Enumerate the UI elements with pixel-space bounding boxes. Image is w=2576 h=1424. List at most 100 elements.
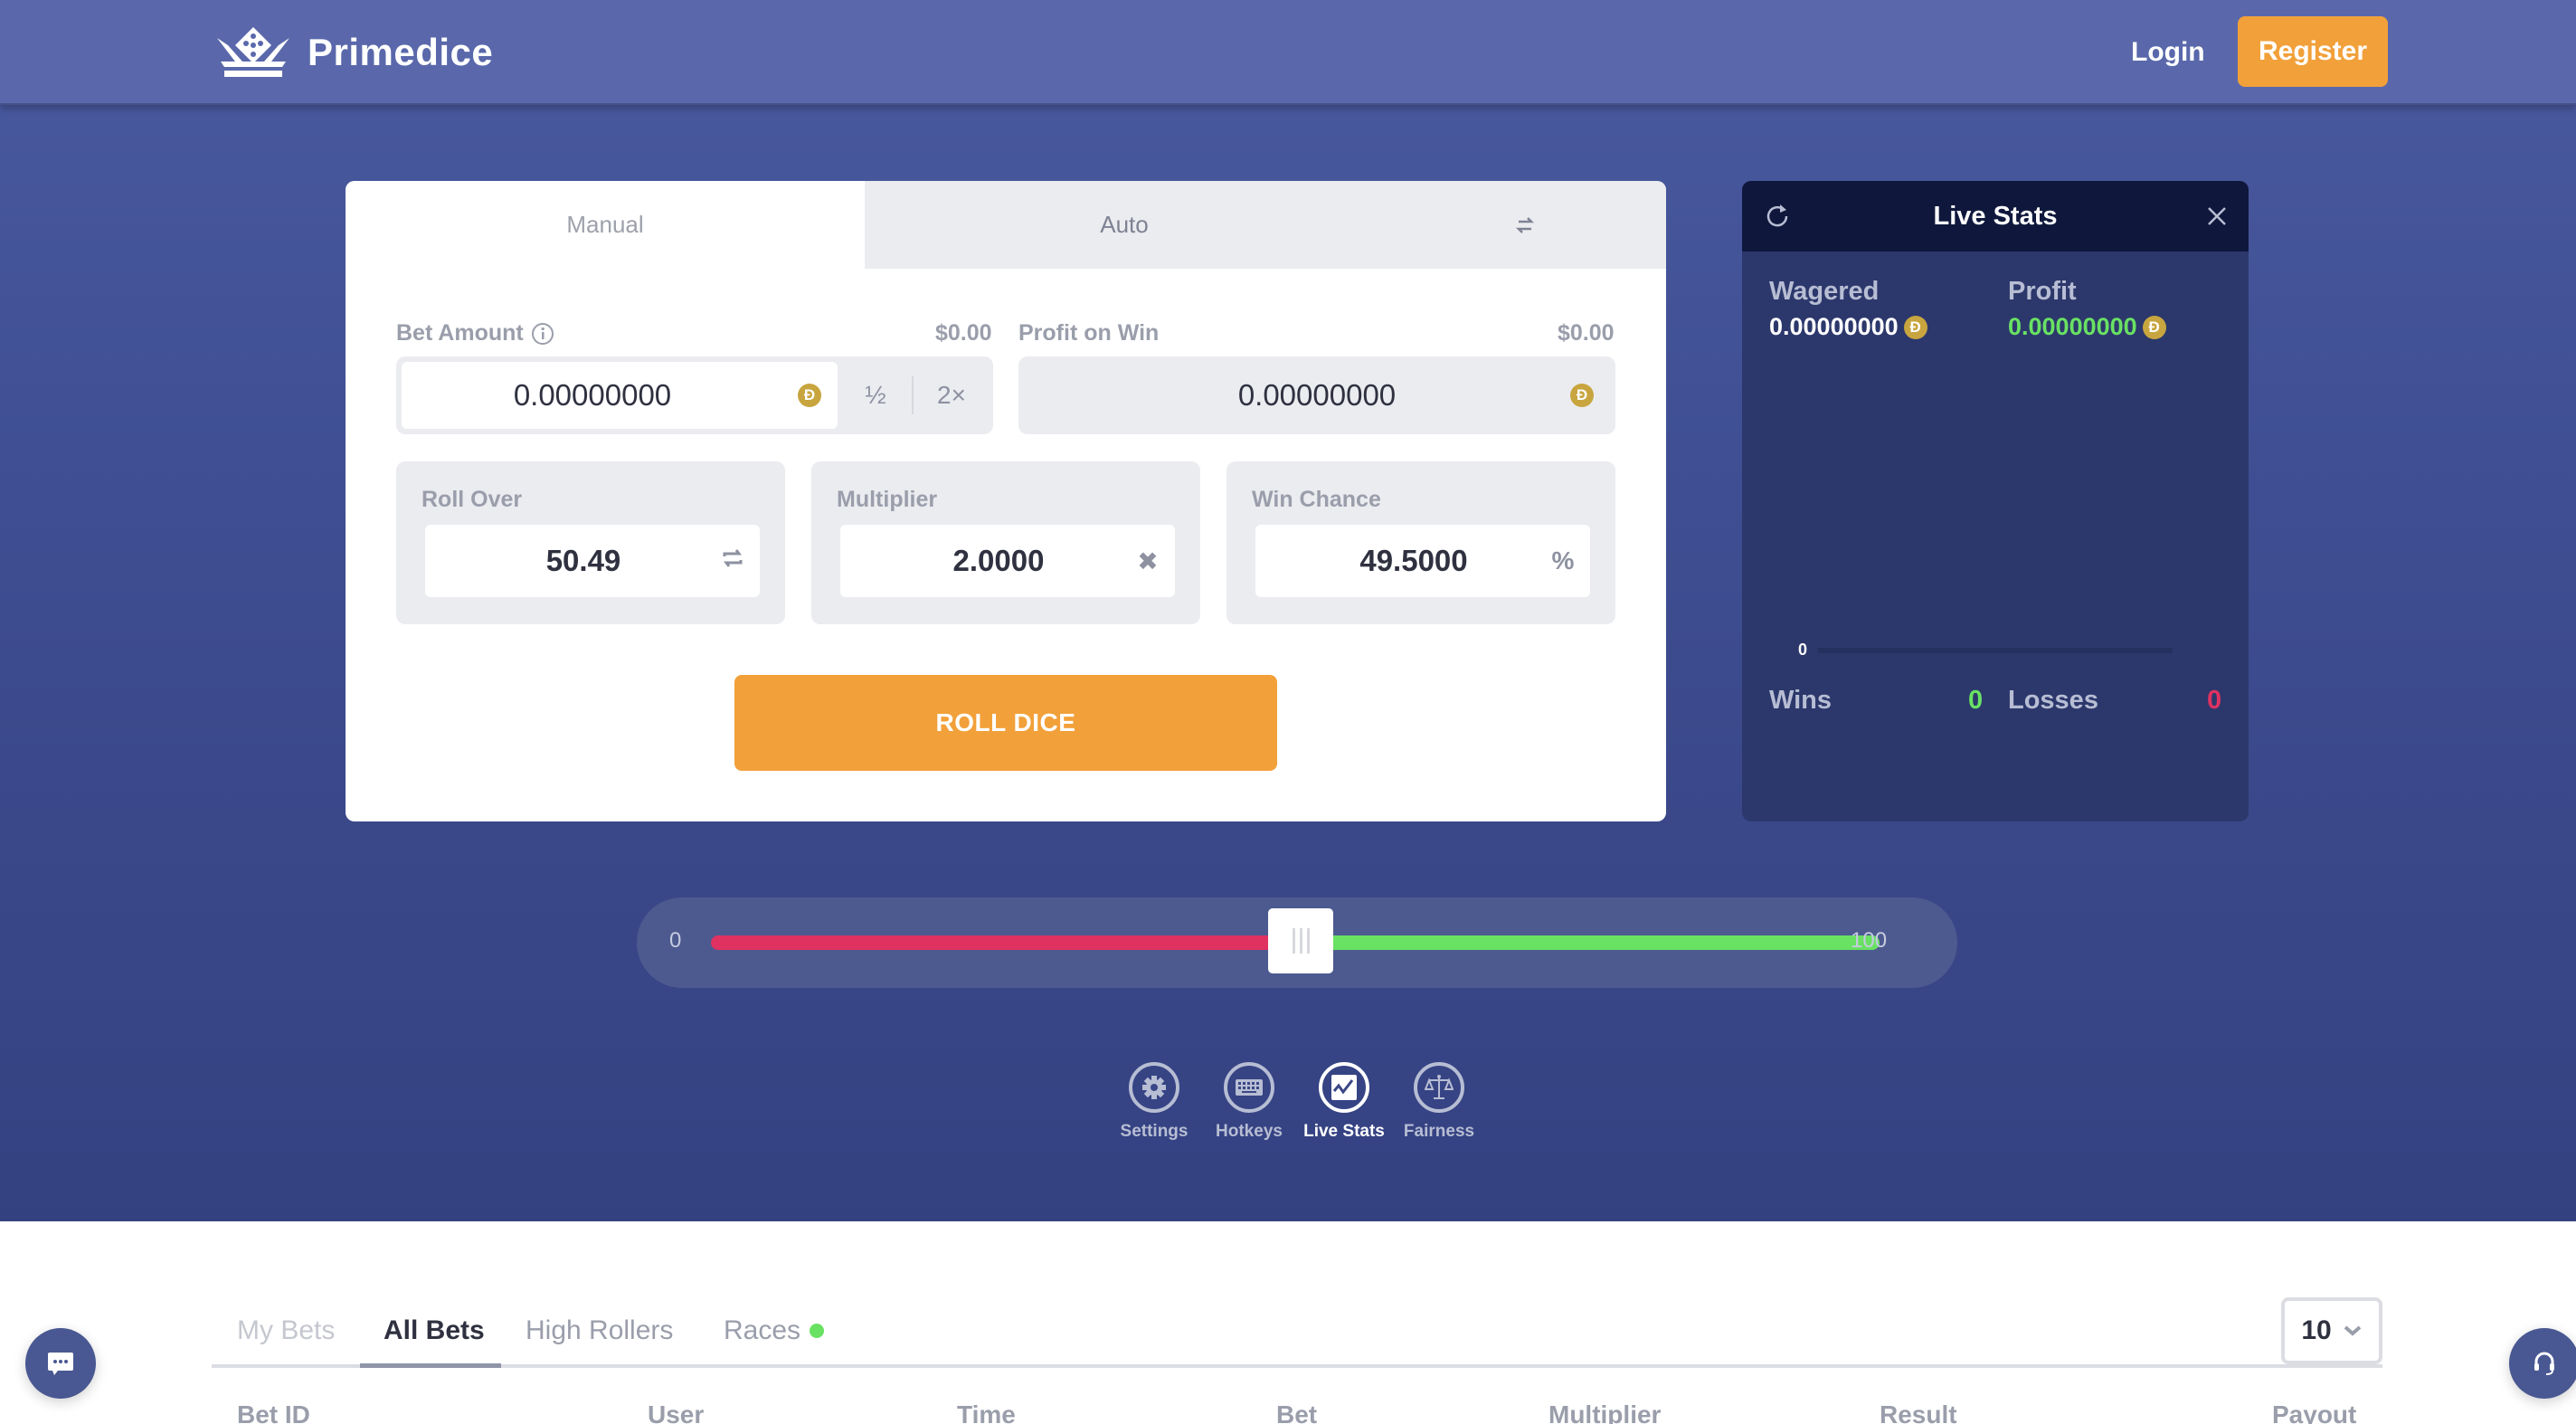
- crown-dice-icon: [217, 27, 289, 77]
- slider-handle[interactable]: [1268, 908, 1334, 973]
- toggle-roll-over-under-button[interactable]: [706, 546, 760, 575]
- doge-coin-icon: Ð: [1570, 384, 1594, 407]
- live-stats-panel: Live Stats Wagered 0.00000000 Ð Profit 0…: [1742, 181, 2249, 821]
- slider-min-label: 0: [669, 928, 682, 953]
- column-time: Time: [957, 1400, 1016, 1424]
- tab-races[interactable]: Races: [724, 1315, 825, 1346]
- win-chance-box: Win Chance 49.5000 %: [1226, 461, 1615, 624]
- bet-amount-input[interactable]: [402, 362, 838, 429]
- wagered-value-row: 0.00000000 Ð: [1769, 313, 1927, 341]
- hotkeys-label: Hotkeys: [1216, 1122, 1283, 1141]
- fairness-button[interactable]: Fairness: [1389, 1062, 1489, 1142]
- profit-value: 0.00000000: [2008, 313, 2137, 340]
- bet-panel: Manual Auto Bet Amount $0.00 Ð ½ 2× Prof…: [346, 181, 1666, 821]
- hotkeys-circle: [1224, 1062, 1274, 1113]
- rows-per-page-select[interactable]: 10: [2281, 1297, 2382, 1364]
- live-indicator-dot: [810, 1324, 825, 1338]
- column-user: User: [648, 1400, 705, 1424]
- percent-icon: %: [1551, 546, 1575, 574]
- losses-value: 0: [2207, 686, 2222, 715]
- live-stats-header: Live Stats: [1742, 181, 2249, 252]
- bet-amount-label-row: Bet Amount: [396, 320, 554, 347]
- active-tab-indicator: [360, 1363, 501, 1368]
- bets-tabs: My Bets All Bets High Rollers Races: [212, 1303, 2382, 1366]
- roll-slider: 0 100: [637, 897, 1957, 988]
- multiplier-box: Multiplier 2.0000 ✖: [811, 461, 1200, 624]
- column-result: Result: [1880, 1400, 1957, 1424]
- support-button[interactable]: [2509, 1328, 2576, 1399]
- swap-arrows-icon: [1515, 216, 1535, 233]
- close-icon[interactable]: [2202, 201, 2232, 232]
- rows-per-page-value: 10: [2301, 1315, 2332, 1345]
- chart-icon: [1331, 1075, 1357, 1100]
- multiplier-input[interactable]: 2.0000 ✖: [840, 525, 1175, 597]
- tab-my-bets[interactable]: My Bets: [237, 1315, 335, 1346]
- bet-amount-field: Ð ½ 2×: [396, 356, 993, 434]
- refresh-icon[interactable]: [1762, 201, 1793, 232]
- tab-races-label: Races: [724, 1315, 801, 1345]
- live-stats-title: Live Stats: [1933, 201, 2058, 231]
- roll-over-value: 50.49: [545, 544, 621, 577]
- chevron-down-icon: [2344, 1325, 2362, 1336]
- double-bet-button[interactable]: 2×: [915, 362, 988, 429]
- wagered-value: 0.00000000: [1769, 313, 1899, 340]
- profit-on-win-value: 0.00000000: [1237, 378, 1397, 412]
- bet-amount-usd: $0.00: [935, 320, 992, 346]
- profit-on-win-usd: $0.00: [1558, 320, 1615, 346]
- button-divider: [912, 376, 914, 414]
- chart-zero-label: 0: [1798, 641, 1808, 659]
- live-stats-button[interactable]: Live Stats: [1294, 1062, 1394, 1142]
- settings-label: Settings: [1120, 1122, 1189, 1141]
- tabs-underline: [212, 1364, 2382, 1368]
- win-range-track[interactable]: [1301, 935, 1880, 950]
- tab-auto[interactable]: Auto: [865, 181, 1384, 269]
- roll-over-label: Roll Over: [421, 487, 523, 512]
- win-chance-input[interactable]: 49.5000 %: [1255, 525, 1590, 597]
- slider-max-label: 100: [1851, 928, 1888, 953]
- chat-button[interactable]: [25, 1328, 96, 1399]
- grip-line: [1306, 928, 1310, 954]
- scales-icon: [1425, 1075, 1454, 1099]
- column-bet-id: Bet ID: [237, 1400, 310, 1424]
- brand-name: Primedice: [308, 31, 494, 73]
- profit-on-win-field[interactable]: 0.00000000 Ð: [1018, 356, 1615, 434]
- lose-range-track[interactable]: [711, 935, 1302, 950]
- profit-value-row: 0.00000000 Ð: [2008, 313, 2166, 341]
- wins-value: 0: [1968, 686, 1984, 715]
- losses-label: Losses: [2008, 686, 2098, 715]
- live-stats-label: Live Stats: [1303, 1122, 1385, 1141]
- register-button[interactable]: Register: [2238, 16, 2388, 87]
- column-multiplier: Multiplier: [1548, 1400, 1662, 1424]
- win-chance-value: 49.5000: [1359, 544, 1468, 577]
- bet-amount-label: Bet Amount: [396, 320, 524, 346]
- login-button[interactable]: Login: [2131, 27, 2205, 78]
- column-bet: Bet: [1276, 1400, 1318, 1424]
- info-icon[interactable]: [531, 322, 554, 346]
- tab-manual[interactable]: Manual: [346, 181, 865, 269]
- settings-button[interactable]: Settings: [1104, 1062, 1204, 1142]
- headset-icon: [2534, 1352, 2554, 1375]
- chat-bubble-icon: [48, 1353, 73, 1375]
- roll-dice-button[interactable]: ROLL DICE: [734, 675, 1277, 771]
- tab-high-rollers[interactable]: High Rollers: [526, 1315, 673, 1346]
- doge-coin-icon: Ð: [2142, 315, 2166, 339]
- win-chance-label: Win Chance: [1252, 487, 1381, 512]
- doge-coin-icon: Ð: [1903, 315, 1927, 339]
- doge-coin-icon: Ð: [798, 384, 821, 407]
- multiply-icon: ✖: [1137, 546, 1159, 575]
- multiplier-label: Multiplier: [837, 487, 938, 512]
- fairness-label: Fairness: [1403, 1122, 1475, 1141]
- tab-all-bets[interactable]: All Bets: [384, 1315, 485, 1346]
- swap-game-button[interactable]: [1384, 181, 1666, 269]
- hotkeys-button[interactable]: Hotkeys: [1199, 1062, 1299, 1142]
- half-bet-button[interactable]: ½: [839, 362, 912, 429]
- swap-icon: [723, 549, 743, 567]
- roll-over-input[interactable]: 50.49: [425, 525, 760, 597]
- top-navigation-bar: Primedice Login Register: [0, 0, 2576, 105]
- profit-label: Profit: [2008, 277, 2077, 306]
- fairness-circle: [1414, 1062, 1464, 1113]
- profit-on-win-label: Profit on Win: [1018, 320, 1160, 346]
- settings-circle: [1129, 1062, 1179, 1113]
- gear-icon: [1142, 1076, 1166, 1099]
- brand-logo[interactable]: Primedice: [215, 25, 493, 80]
